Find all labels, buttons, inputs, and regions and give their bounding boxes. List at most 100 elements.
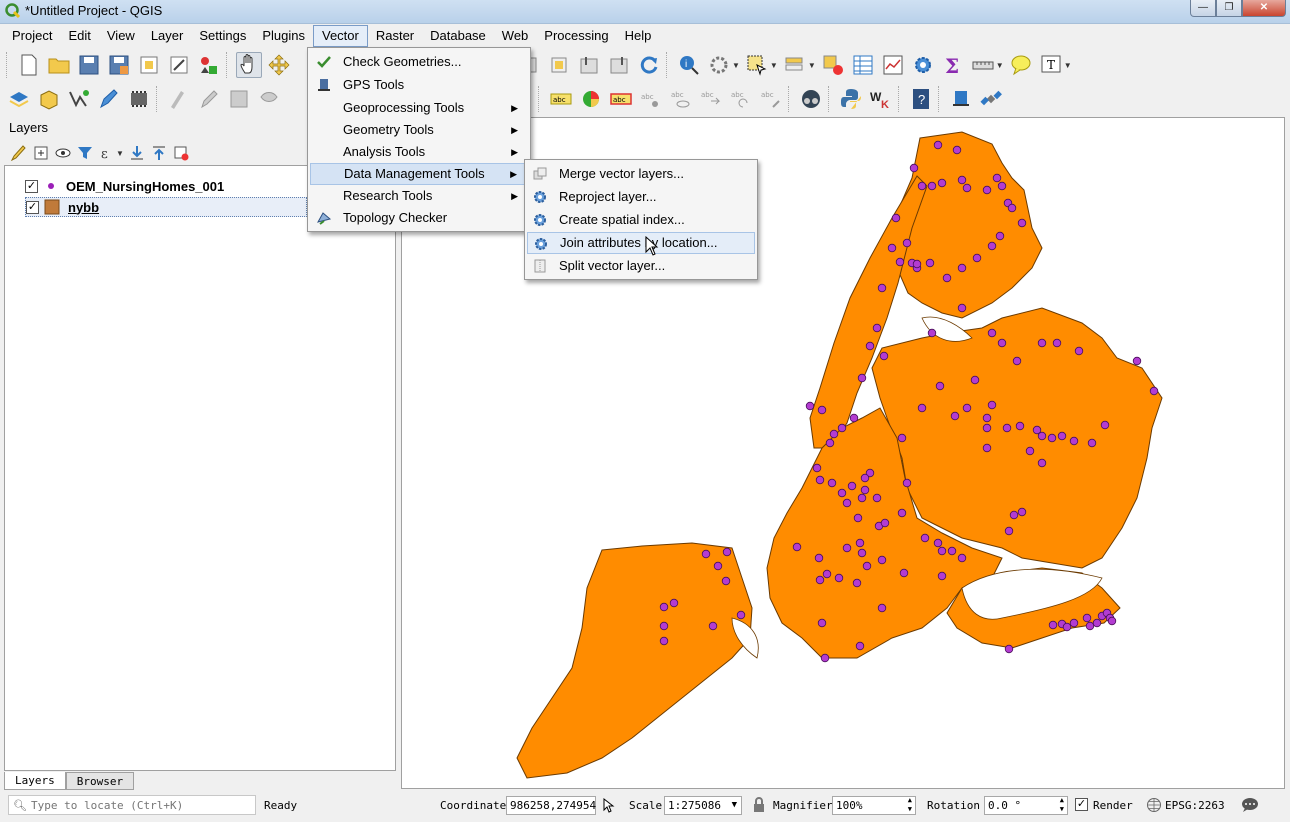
menu-edit[interactable]: Edit [60, 25, 98, 47]
menu-item-geometry-tools[interactable]: Geometry Tools ▶ [310, 119, 528, 141]
menu-settings[interactable]: Settings [191, 25, 254, 47]
menu-item-merge-vector-layers[interactable]: Merge vector layers... [527, 163, 755, 185]
digitize-button[interactable] [96, 86, 122, 112]
lock-icon[interactable] [752, 797, 766, 813]
data-source-manager-button[interactable] [6, 86, 32, 112]
menu-plugins[interactable]: Plugins [254, 25, 313, 47]
change-label-button[interactable]: abc [758, 86, 784, 112]
save-edits-button[interactable] [226, 86, 252, 112]
menu-vector[interactable]: Vector [312, 25, 368, 47]
quickmapservices-button[interactable] [798, 86, 824, 112]
menu-item-split-vector-layer[interactable]: Split vector layer... [527, 255, 755, 277]
menu-item-topology-checker[interactable]: Topology Checker [310, 207, 528, 229]
rotate-label-button[interactable]: abc [728, 86, 754, 112]
select-by-value-button[interactable] [782, 52, 808, 78]
add-feature-button[interactable] [256, 86, 282, 112]
layers-tree[interactable]: ✓ OEM_NursingHomes_001 ✓ nybb [4, 165, 396, 771]
attribute-table-button[interactable] [850, 52, 876, 78]
add-group-button[interactable] [30, 142, 52, 164]
menu-view[interactable]: View [99, 25, 143, 47]
tab-browser[interactable]: Browser [65, 772, 135, 790]
chevron-down-icon[interactable]: ▼ [116, 149, 124, 158]
processing-toolbox-button[interactable] [910, 52, 936, 78]
new-print-layout-button[interactable] [136, 52, 162, 78]
mouse-coordinate-toggle-icon[interactable] [600, 797, 616, 813]
zoom-next-button[interactable] [606, 52, 632, 78]
menu-item-check-geometries[interactable]: Check Geometries... [310, 51, 528, 73]
new-geopackage-button[interactable] [36, 86, 62, 112]
satellite-plugin-button[interactable] [978, 86, 1004, 112]
highlight-pinned-labels-button[interactable]: abc [608, 86, 634, 112]
open-project-button[interactable] [46, 52, 72, 78]
measure-line-button[interactable] [970, 52, 996, 78]
menu-item-create-spatial-index[interactable]: Create spatial index... [527, 209, 755, 231]
layout-manager-button[interactable] [166, 52, 192, 78]
maximize-button[interactable]: ❐ [1216, 0, 1242, 17]
minimize-button[interactable]: — [1190, 0, 1216, 17]
crs-label[interactable]: EPSG:2263 [1165, 799, 1225, 812]
chevron-down-icon[interactable]: ▼ [996, 61, 1004, 70]
pan-to-selection-button[interactable] [266, 52, 292, 78]
new-shapefile-button[interactable] [66, 86, 92, 112]
help-button[interactable]: ? [908, 86, 934, 112]
refresh-button[interactable] [636, 52, 662, 78]
move-label-button[interactable]: abc [698, 86, 724, 112]
menu-web[interactable]: Web [494, 25, 537, 47]
diagram-button[interactable] [578, 86, 604, 112]
zoom-to-selection-button[interactable] [546, 52, 572, 78]
menu-item-reproject-layer[interactable]: Reproject layer... [527, 186, 755, 208]
chevron-down-icon[interactable]: ▼ [808, 61, 816, 70]
locator-search-box[interactable]: 🔍︎ [8, 795, 256, 815]
scale-combobox[interactable]: 1:275086 ▼ [664, 796, 742, 815]
menu-project[interactable]: Project [4, 25, 60, 47]
wkt-button[interactable]: WK [868, 86, 894, 112]
text-annotation-button[interactable]: T [1038, 52, 1064, 78]
layer-item-oem-nursinghomes[interactable]: ✓ OEM_NursingHomes_001 [25, 176, 315, 196]
menu-database[interactable]: Database [422, 25, 494, 47]
statistical-summary-button[interactable]: Σ [940, 52, 966, 78]
menu-item-geoprocessing-tools[interactable]: Geoprocessing Tools ▶ [310, 97, 528, 119]
identify-features-button[interactable]: i [676, 52, 702, 78]
select-features-button[interactable] [744, 52, 770, 78]
label-toolbar-button[interactable]: abc [548, 86, 574, 112]
save-as-button[interactable] [106, 52, 132, 78]
filter-legend-button[interactable] [74, 142, 96, 164]
expand-all-button[interactable] [126, 142, 148, 164]
render-checkbox[interactable]: ✓ [1075, 798, 1088, 811]
menu-item-gps-tools[interactable]: GPS Tools [310, 74, 528, 96]
coordinate-field[interactable]: 986258,274954 [506, 796, 596, 815]
globe-icon[interactable] [1146, 797, 1162, 813]
collapse-all-button[interactable] [148, 142, 170, 164]
layer-visibility-checkbox[interactable]: ✓ [26, 200, 39, 214]
magnifier-spinbox[interactable]: 100% ▲ ▼ [832, 796, 916, 815]
pin-labels-button[interactable]: abc [638, 86, 664, 112]
save-project-button[interactable] [76, 52, 102, 78]
run-feature-action-button[interactable] [706, 52, 732, 78]
layer-item-nybb[interactable]: ✓ nybb [25, 197, 307, 217]
menu-item-research-tools[interactable]: Research Tools ▶ [310, 185, 528, 207]
style-panel-button[interactable] [8, 142, 30, 164]
menu-item-data-management-tools[interactable]: Data Management Tools ▶ [310, 163, 528, 185]
deselect-features-button[interactable] [820, 52, 846, 78]
pan-map-button[interactable] [236, 52, 262, 78]
menu-item-analysis-tools[interactable]: Analysis Tools ▶ [310, 141, 528, 163]
filter-expression-button[interactable]: ε [96, 142, 118, 164]
chevron-down-icon[interactable]: ▼ [770, 61, 778, 70]
virtual-layer-button[interactable] [126, 86, 152, 112]
spin-arrows-icon[interactable]: ▲ ▼ [908, 796, 912, 814]
remove-layer-button[interactable] [170, 142, 192, 164]
manage-visibility-button[interactable] [52, 142, 74, 164]
new-project-button[interactable] [16, 52, 42, 78]
layer-visibility-checkbox[interactable]: ✓ [25, 179, 38, 193]
field-calculator-button[interactable] [880, 52, 906, 78]
zoom-last-button[interactable] [576, 52, 602, 78]
current-edits-button[interactable] [166, 86, 192, 112]
menu-item-join-attributes-by-location[interactable]: Join attributes by location... [527, 232, 755, 254]
chevron-down-icon[interactable]: ▼ [1064, 61, 1072, 70]
rotation-spinbox[interactable]: 0.0 ° ▲ ▼ [984, 796, 1068, 815]
tab-layers[interactable]: Layers [4, 772, 66, 790]
spin-arrows-icon[interactable]: ▲ ▼ [1060, 796, 1064, 814]
locator-input[interactable] [30, 798, 251, 812]
chevron-down-icon[interactable]: ▼ [732, 61, 740, 70]
show-hide-labels-button[interactable]: abc [668, 86, 694, 112]
